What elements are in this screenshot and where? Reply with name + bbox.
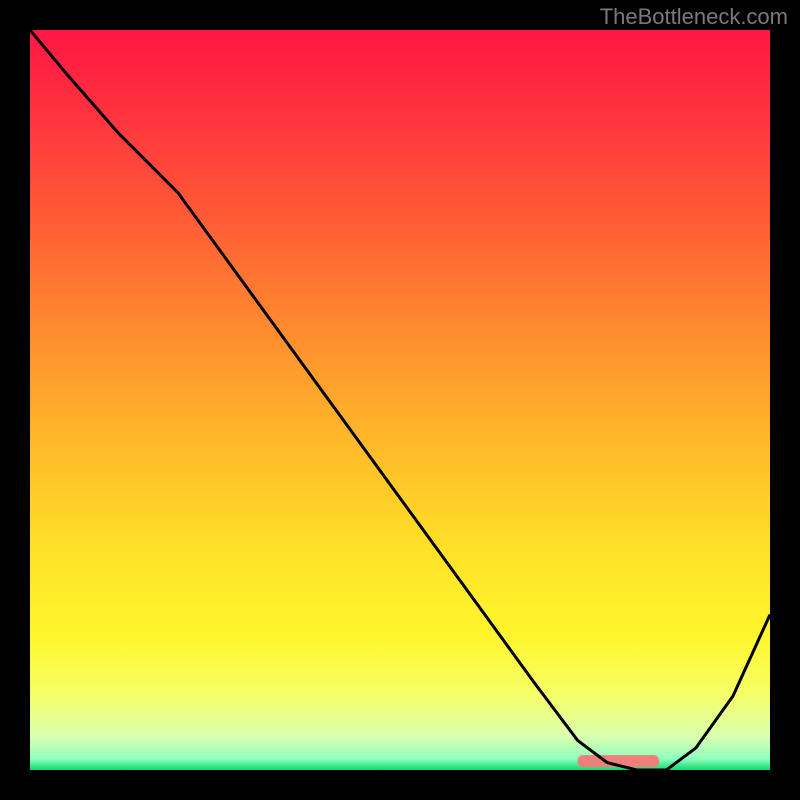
chart-area <box>30 30 770 770</box>
watermark-text: TheBottleneck.com <box>600 4 788 30</box>
chart-svg <box>30 30 770 770</box>
gradient-bg <box>30 30 770 770</box>
